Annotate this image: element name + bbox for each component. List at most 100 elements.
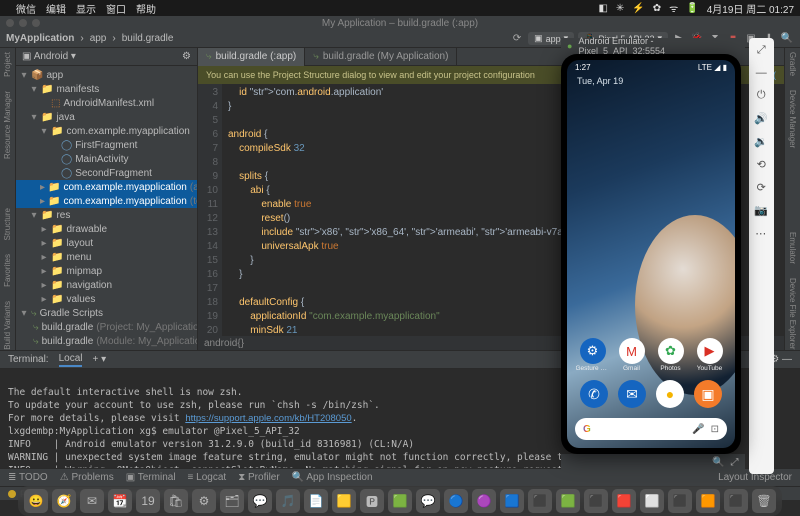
emulator-rotate-left[interactable]: ⟲ — [757, 158, 766, 171]
phone-app-icon[interactable]: ✿Photos — [653, 338, 688, 372]
emulator-volume-up[interactable]: 🔊 — [754, 112, 768, 125]
tree-row[interactable]: ▾📁res — [16, 208, 197, 222]
project-view-selector[interactable]: ▣ Android ▾ — [22, 51, 76, 62]
breadcrumb-root[interactable]: MyApplication — [6, 33, 74, 44]
tool-logcat[interactable]: ≡ Logcat — [188, 472, 227, 483]
tool-build-variants[interactable]: Build Variants — [3, 301, 12, 350]
tool-profiler[interactable]: ⧗ Profiler — [238, 472, 280, 483]
tree-row[interactable]: ▾📁com.example.myapplication — [16, 124, 197, 138]
tree-row[interactable]: ▾📁manifests — [16, 82, 197, 96]
tool-problems[interactable]: ⚠ Problems — [60, 472, 114, 483]
phone-dock-icon[interactable]: ✉ — [618, 380, 646, 408]
macos-menubar: 微信 编辑 显示 窗口 帮助 ◧ ✳ ⚡ ✿ ᯤ 🔋 4月19日 周二 01:2… — [0, 0, 800, 16]
tool-terminal[interactable]: ▣ Terminal — [126, 472, 176, 483]
google-logo-icon: G — [583, 424, 591, 435]
emulator-window: ● Android Emulator - Pixel_5_API_32:5554… — [561, 38, 774, 474]
google-search-bar[interactable]: G 🎤 ⊡ — [575, 418, 727, 440]
banner-text: You can use the Project Structure dialog… — [206, 70, 535, 80]
right-tool-gutter: Gradle Device Manager Emulator Device Fi… — [784, 48, 800, 350]
emulator-side-toolbar: ⤢ — ⏻ 🔊 🔉 ⟲ ⟳ 📷 ⋯ — [749, 38, 774, 474]
emulator-fit-icon[interactable]: ⤢ — [731, 457, 739, 468]
tree-row[interactable]: ◯SecondFragment — [16, 166, 197, 180]
phone-dock-icon[interactable]: ✆ — [580, 380, 608, 408]
lens-icon[interactable]: ⊡ — [711, 424, 719, 435]
tool-project[interactable]: Project — [3, 52, 12, 77]
terminal-tab-local[interactable]: Local — [59, 353, 83, 367]
menu-app[interactable]: 微信 — [16, 1, 36, 16]
tree-row[interactable]: ◯MainActivity — [16, 152, 197, 166]
emulator-power-button[interactable]: ⏻ — [757, 89, 766, 102]
tree-row[interactable]: ▸📁values — [16, 292, 197, 306]
phone-status-right: LTE ◢ ▮ — [698, 63, 727, 72]
tree-row[interactable]: ▸📁navigation — [16, 278, 197, 292]
tree-row[interactable]: ⤷build.gradle (Project: My_Application) — [16, 320, 197, 334]
wifi-icon[interactable]: ᯤ — [669, 1, 678, 15]
minimize-icon[interactable]: — — [756, 67, 767, 79]
tree-row[interactable]: ▸📁layout — [16, 236, 197, 250]
breadcrumb-file[interactable]: build.gradle — [122, 33, 174, 44]
phone-status-time: 1:27 — [575, 63, 591, 72]
tool-app-inspection[interactable]: 🔍 App Inspection — [292, 472, 373, 483]
emulator-screenshot[interactable]: 📷 — [754, 204, 768, 217]
emulator-more-icon[interactable]: ⋯ — [755, 227, 767, 240]
emulator-screen[interactable]: 1:27 LTE ◢ ▮ Tue, Apr 19 ⚙Gesture Setti.… — [567, 60, 735, 448]
tool-resource-manager[interactable]: Resource Manager — [3, 91, 12, 159]
expand-icon[interactable]: ⤢ — [757, 44, 766, 57]
menu-window[interactable]: 窗口 — [106, 1, 126, 16]
breadcrumb-app[interactable]: app — [90, 33, 107, 44]
status-text: Failed to start monitoring emulator-5554… — [20, 489, 250, 499]
tool-favorites[interactable]: Favorites — [3, 254, 12, 287]
editor-tab[interactable]: ⤷build.gradle (My Application) — [305, 48, 457, 66]
tree-row[interactable]: ◯FirstFragment — [16, 138, 197, 152]
phone-dock-icon[interactable]: ▣ — [694, 380, 722, 408]
tree-row[interactable]: ▸📁com.example.myapplication (test) — [16, 194, 197, 208]
tree-row[interactable]: ▸📁menu — [16, 250, 197, 264]
phone-date: Tue, Apr 19 — [567, 74, 735, 88]
menu-help[interactable]: 帮助 — [136, 1, 156, 16]
left-tool-gutter: Project Resource Manager Structure Favor… — [0, 48, 16, 350]
tree-row[interactable]: ▾⤷Gradle Scripts — [16, 306, 197, 320]
emulator-volume-down[interactable]: 🔉 — [754, 135, 768, 148]
emulator-device-frame: 1:27 LTE ◢ ▮ Tue, Apr 19 ⚙Gesture Setti.… — [561, 54, 741, 454]
warning-icon — [8, 490, 16, 498]
emulator-zoom-icon[interactable]: 🔍 — [712, 457, 724, 468]
mic-icon[interactable]: 🎤 — [692, 424, 704, 435]
tree-row[interactable]: ⬚AndroidManifest.xml — [16, 96, 197, 110]
tool-todo[interactable]: ≣ TODO — [8, 472, 48, 483]
tree-row[interactable]: ▸📁mipmap — [16, 264, 197, 278]
phone-dock-icon[interactable]: ● — [656, 380, 684, 408]
terminal-add-tab[interactable]: + ▾ — [92, 354, 106, 365]
traffic-lights[interactable] — [6, 19, 40, 27]
tray-icon[interactable]: ✳ — [616, 3, 624, 14]
tray-icon[interactable]: ✿ — [653, 3, 661, 14]
tree-row[interactable]: ▾📁java — [16, 110, 197, 124]
project-panel: ▣ Android ▾ ⚙ ▾📦app▾📁manifests⬚AndroidMa… — [16, 48, 198, 350]
emulator-rotate-right[interactable]: ⟳ — [757, 181, 766, 194]
phone-app-icon[interactable]: ▶YouTube — [692, 338, 727, 372]
phone-app-icon[interactable]: MGmail — [614, 338, 649, 372]
status-bar: Failed to start monitoring emulator-5554… — [0, 486, 800, 500]
tree-row[interactable]: ▾📦app — [16, 68, 197, 82]
menu-edit[interactable]: 编辑 — [46, 1, 66, 16]
window-titlebar: My Application – build.gradle (:app) — [0, 16, 800, 30]
tray-icon[interactable]: ⚡ — [632, 3, 644, 14]
editor-tab[interactable]: ⤷build.gradle (:app) — [198, 48, 305, 66]
sync-icon[interactable]: ⟳ — [510, 32, 524, 46]
tree-row[interactable]: ▸📁com.example.myapplication (androidTest… — [16, 180, 197, 194]
clock[interactable]: 4月19日 周二 01:27 — [707, 1, 794, 16]
tool-gradle[interactable]: Gradle — [788, 52, 797, 76]
tree-row[interactable]: ▸📁drawable — [16, 222, 197, 236]
gutter-line-numbers: 345678910111213141516171819202122232425 — [198, 84, 222, 336]
tree-row[interactable]: ⤷gradle-wrapper.properties (Gradle Versi… — [16, 348, 197, 350]
tray-icon[interactable]: ◧ — [598, 3, 607, 14]
tool-structure[interactable]: Structure — [3, 208, 12, 240]
tree-row[interactable]: ⤷build.gradle (Module: My_Application.ap… — [16, 334, 197, 348]
battery-icon[interactable]: 🔋 — [686, 3, 698, 14]
search-icon[interactable]: 🔍 — [780, 32, 794, 46]
tool-emulator[interactable]: Emulator — [788, 232, 797, 264]
phone-app-icon[interactable]: ⚙Gesture Setti... — [575, 338, 610, 372]
gear-icon[interactable]: ⚙ — [182, 51, 191, 62]
menu-view[interactable]: 显示 — [76, 1, 96, 16]
tool-device-file-explorer[interactable]: Device File Explorer — [788, 278, 797, 350]
tool-device-manager[interactable]: Device Manager — [788, 90, 797, 148]
